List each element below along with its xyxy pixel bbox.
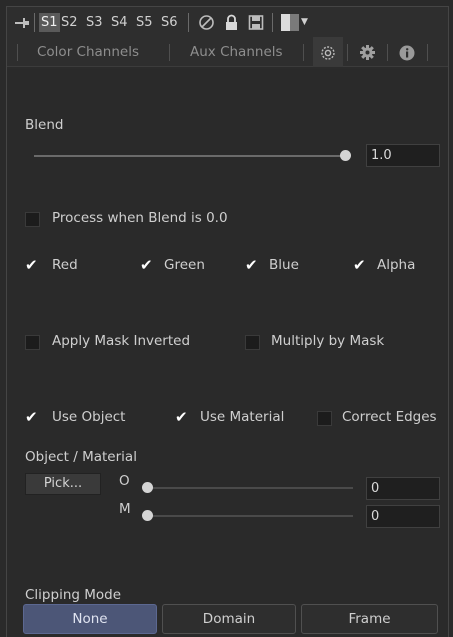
correct-edges-checkbox[interactable] bbox=[317, 411, 332, 426]
use-material-checkbox[interactable] bbox=[175, 408, 190, 426]
no-entry-icon[interactable] bbox=[198, 13, 215, 32]
correct-edges-label: Correct Edges bbox=[342, 409, 437, 425]
info-icon[interactable] bbox=[393, 37, 421, 67]
object-o-value-field[interactable]: 0 bbox=[366, 477, 440, 500]
process-when-blend-checkbox[interactable] bbox=[25, 212, 40, 227]
use-object-label: Use Object bbox=[52, 409, 126, 425]
alpha-checkbox[interactable] bbox=[353, 256, 368, 274]
red-label: Red bbox=[52, 257, 78, 273]
green-label: Green bbox=[164, 257, 205, 273]
pin-icon[interactable] bbox=[13, 13, 31, 32]
clipping-none-button[interactable]: None bbox=[23, 604, 157, 634]
blue-label: Blue bbox=[269, 257, 299, 273]
slot-s3[interactable]: S3 bbox=[84, 13, 105, 32]
gear-icon[interactable] bbox=[353, 37, 381, 67]
slot-s6[interactable]: S6 bbox=[159, 13, 180, 32]
use-object-checkbox[interactable] bbox=[25, 408, 40, 426]
mask-icon[interactable] bbox=[313, 37, 343, 67]
tool-panel: S1 S2 S3 S4 S5 S6 ▼ Color Channels Aux C… bbox=[6, 6, 449, 637]
multiply-by-mask-checkbox[interactable] bbox=[245, 335, 260, 350]
blue-checkbox[interactable] bbox=[245, 256, 260, 274]
object-o-knob[interactable] bbox=[142, 482, 153, 493]
slot-s4[interactable]: S4 bbox=[109, 13, 130, 32]
blend-slider-knob[interactable] bbox=[340, 150, 351, 161]
multiply-by-mask-label: Multiply by Mask bbox=[271, 333, 385, 349]
red-checkbox[interactable] bbox=[25, 256, 40, 274]
object-material-label: Object / Material bbox=[25, 449, 137, 465]
use-material-label: Use Material bbox=[200, 409, 285, 425]
green-checkbox[interactable] bbox=[140, 256, 155, 274]
save-icon[interactable] bbox=[248, 13, 264, 32]
clipping-mode-label: Clipping Mode bbox=[25, 587, 122, 603]
material-m-knob[interactable] bbox=[142, 510, 153, 521]
slot-s2[interactable]: S2 bbox=[59, 13, 80, 32]
pick-button[interactable]: Pick... bbox=[25, 473, 101, 495]
lock-icon[interactable] bbox=[224, 13, 239, 32]
tab-color-channels[interactable]: Color Channels bbox=[37, 37, 139, 67]
blend-label: Blend bbox=[25, 117, 64, 133]
alpha-label: Alpha bbox=[377, 257, 416, 273]
chevron-down-icon[interactable]: ▼ bbox=[301, 13, 308, 32]
blend-value-field[interactable]: 1.0 bbox=[366, 144, 440, 167]
controls-area: Blend 1.0 Process when Blend is 0.0 Red … bbox=[7, 69, 448, 637]
process-when-blend-label: Process when Blend is 0.0 bbox=[52, 210, 228, 226]
apply-mask-inverted-label: Apply Mask Inverted bbox=[52, 333, 191, 349]
clipping-frame-button[interactable]: Frame bbox=[301, 604, 438, 634]
tab-aux-channels[interactable]: Aux Channels bbox=[190, 37, 283, 67]
toolbar: S1 S2 S3 S4 S5 S6 ▼ bbox=[7, 7, 448, 37]
object-o-label: O bbox=[119, 473, 130, 489]
tab-bar: Color Channels Aux Channels bbox=[7, 37, 448, 67]
apply-mask-inverted-checkbox[interactable] bbox=[25, 335, 40, 350]
material-m-label: M bbox=[119, 501, 131, 517]
slot-s5[interactable]: S5 bbox=[134, 13, 155, 32]
material-m-value-field[interactable]: 0 bbox=[366, 505, 440, 528]
swatch-icon[interactable] bbox=[280, 13, 300, 32]
clipping-domain-button[interactable]: Domain bbox=[162, 604, 296, 634]
slot-s1[interactable]: S1 bbox=[39, 13, 60, 32]
